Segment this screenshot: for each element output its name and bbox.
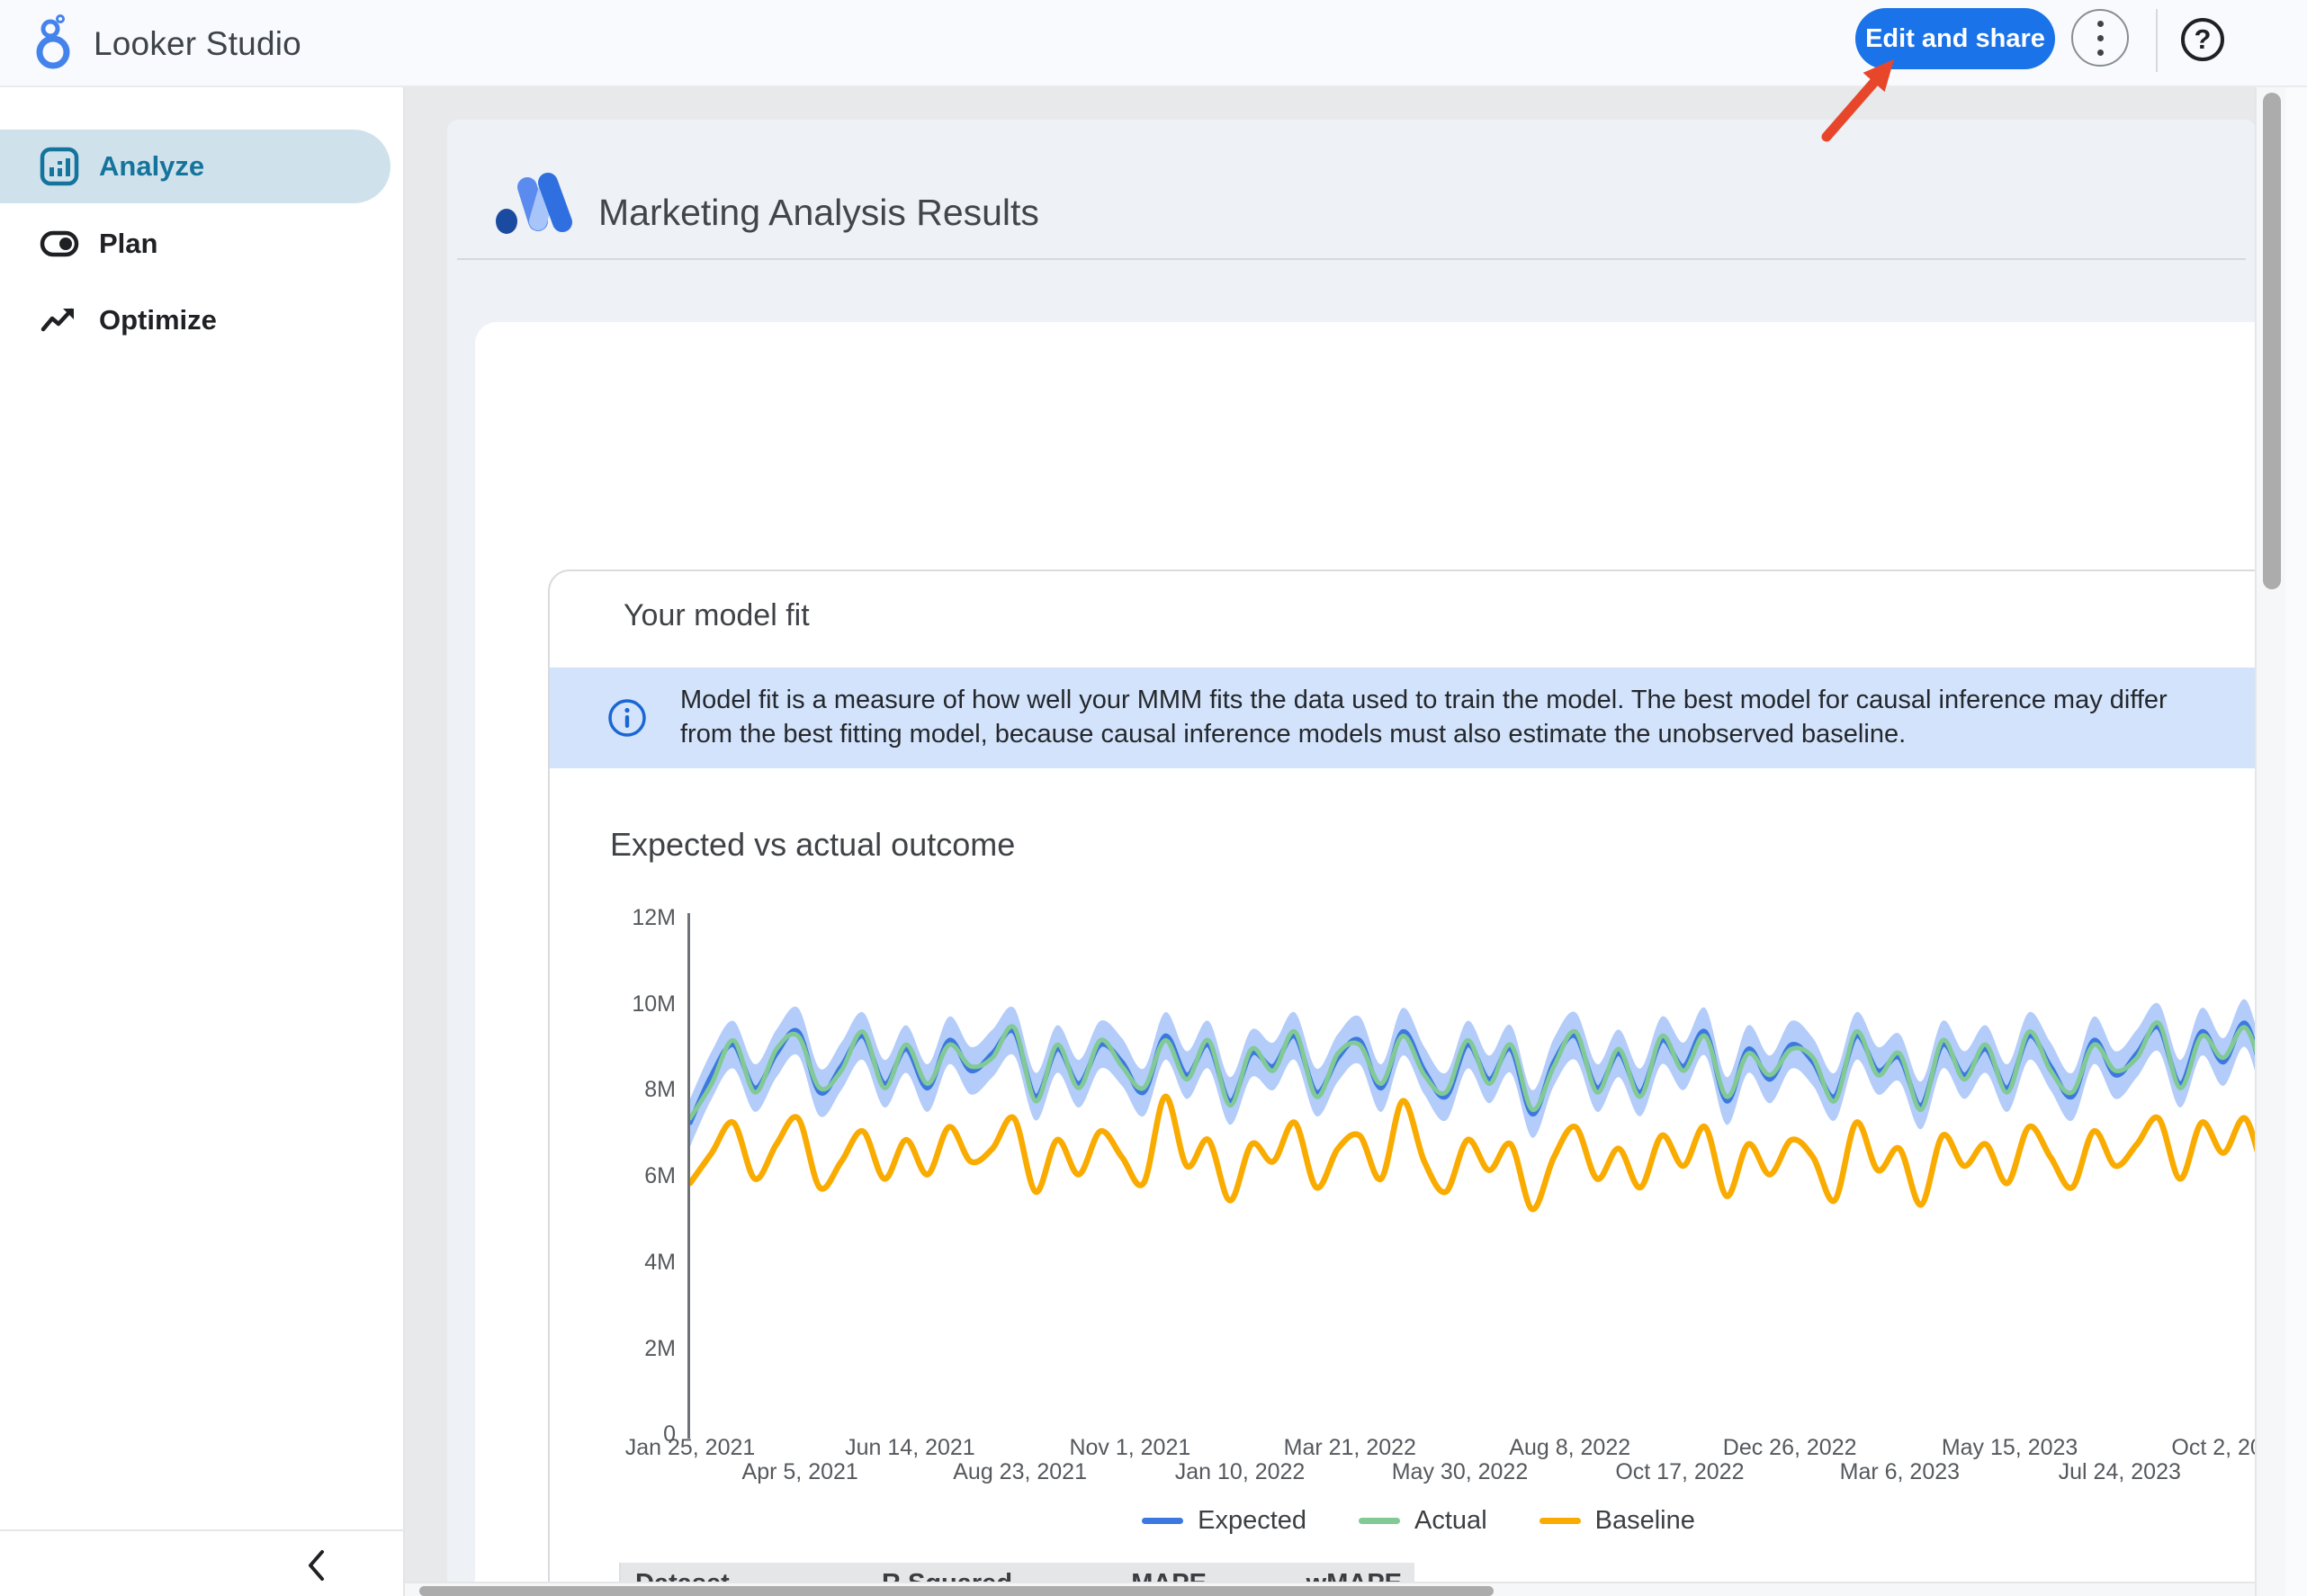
model-fit-card: Your model fit Model fit is a measure of…	[475, 322, 2256, 1596]
vertical-scrollbar-thumb[interactable]	[2263, 93, 2281, 589]
sidebar-item-optimize[interactable]: Optimize	[0, 292, 390, 348]
legend-label: Expected	[1198, 1506, 1306, 1536]
x-axis-label: May 30, 2022	[1392, 1459, 1529, 1485]
marketing-platform-logo-icon	[490, 161, 577, 247]
info-icon	[606, 697, 648, 743]
y-axis-label: 2M	[588, 1334, 676, 1363]
x-axis-label: Jul 24, 2023	[2059, 1459, 2181, 1485]
title-divider	[457, 258, 2246, 260]
app-title: Looker Studio	[94, 0, 301, 87]
chart-section-heading: Expected vs actual outcome	[610, 826, 1015, 864]
x-axis-label: Aug 8, 2022	[1509, 1435, 1630, 1461]
x-axis-label: Dec 26, 2022	[1723, 1435, 1857, 1461]
x-axis-label: Jun 14, 2021	[845, 1435, 975, 1461]
x-axis-label: Mar 21, 2022	[1284, 1435, 1416, 1461]
sidebar-item-analyze[interactable]: Analyze	[0, 130, 390, 203]
looker-studio-logo-icon	[25, 14, 81, 76]
sidebar-item-label: Analyze	[99, 150, 204, 183]
toggle-icon	[40, 224, 79, 264]
x-axis-label: Jan 25, 2021	[625, 1435, 756, 1461]
x-axis-label: Oct 17, 2022	[1615, 1459, 1744, 1485]
y-axis-label: 6M	[588, 1161, 676, 1190]
bar-chart-icon	[40, 147, 79, 186]
info-banner-text: Model fit is a measure of how well your …	[680, 683, 2169, 751]
horizontal-scrollbar[interactable]	[405, 1582, 2255, 1596]
x-axis-label: Aug 23, 2021	[953, 1459, 1087, 1485]
page-title: Marketing Analysis Results	[598, 192, 1039, 234]
legend-item-baseline[interactable]: Baseline	[1539, 1506, 1695, 1536]
kebab-menu-icon	[2097, 21, 2104, 56]
sidebar-item-label: Optimize	[99, 304, 217, 336]
sidebar-item-label: Plan	[99, 228, 157, 260]
legend-swatch	[1359, 1518, 1400, 1524]
chart-legend: Expected Actual Baseline	[550, 1506, 2256, 1536]
y-axis-label: 8M	[588, 1075, 676, 1104]
chevron-left-icon	[304, 1547, 329, 1583]
help-button[interactable]: ?	[2181, 18, 2224, 61]
x-axis-label: Jan 10, 2022	[1175, 1459, 1306, 1485]
confidence-band	[690, 1000, 2256, 1147]
y-axis-label: 4M	[588, 1248, 676, 1277]
header-divider	[2156, 9, 2158, 72]
sidebar: Analyze Plan Optimize	[0, 87, 405, 1596]
sidebar-collapse-button[interactable]	[297, 1546, 337, 1585]
info-banner: Model fit is a measure of how well your …	[550, 668, 2256, 768]
y-axis-label: 10M	[588, 990, 676, 1018]
right-panel-strip	[2285, 87, 2307, 1596]
looker-studio-screen: Looker Studio Edit and share ?	[0, 0, 2307, 1596]
legend-label: Actual	[1414, 1506, 1487, 1536]
y-axis-label: 12M	[588, 903, 676, 932]
x-axis-label: May 15, 2023	[1942, 1435, 2078, 1461]
x-axis-label: Oct 2, 2023	[2171, 1435, 2256, 1461]
outcome-chart-plot	[690, 915, 2256, 1434]
model-fit-inner-card: Your model fit Model fit is a measure of…	[548, 569, 2256, 1596]
report-page: Marketing Analysis Results Your model fi…	[447, 120, 2256, 1596]
app-header: Looker Studio Edit and share ?	[0, 0, 2307, 87]
horizontal-scrollbar-thumb[interactable]	[419, 1586, 1494, 1596]
sidebar-footer	[0, 1529, 405, 1596]
x-axis-label: Apr 5, 2021	[742, 1459, 858, 1485]
x-axis-label: Nov 1, 2021	[1069, 1435, 1190, 1461]
more-options-button[interactable]	[2071, 9, 2129, 67]
baseline-line	[690, 1097, 2256, 1209]
legend-item-expected[interactable]: Expected	[1142, 1506, 1306, 1536]
edit-and-share-button[interactable]: Edit and share	[1855, 8, 2055, 69]
card-heading: Your model fit	[624, 598, 810, 633]
legend-swatch	[1142, 1518, 1183, 1524]
legend-label: Baseline	[1595, 1506, 1695, 1536]
legend-swatch	[1539, 1518, 1581, 1524]
trending-up-icon	[40, 300, 79, 340]
sidebar-item-plan[interactable]: Plan	[0, 216, 390, 272]
vertical-scrollbar[interactable]	[2255, 87, 2285, 1596]
legend-item-actual[interactable]: Actual	[1359, 1506, 1487, 1536]
help-icon: ?	[2195, 23, 2212, 56]
x-axis-label: Mar 6, 2023	[1840, 1459, 1960, 1485]
